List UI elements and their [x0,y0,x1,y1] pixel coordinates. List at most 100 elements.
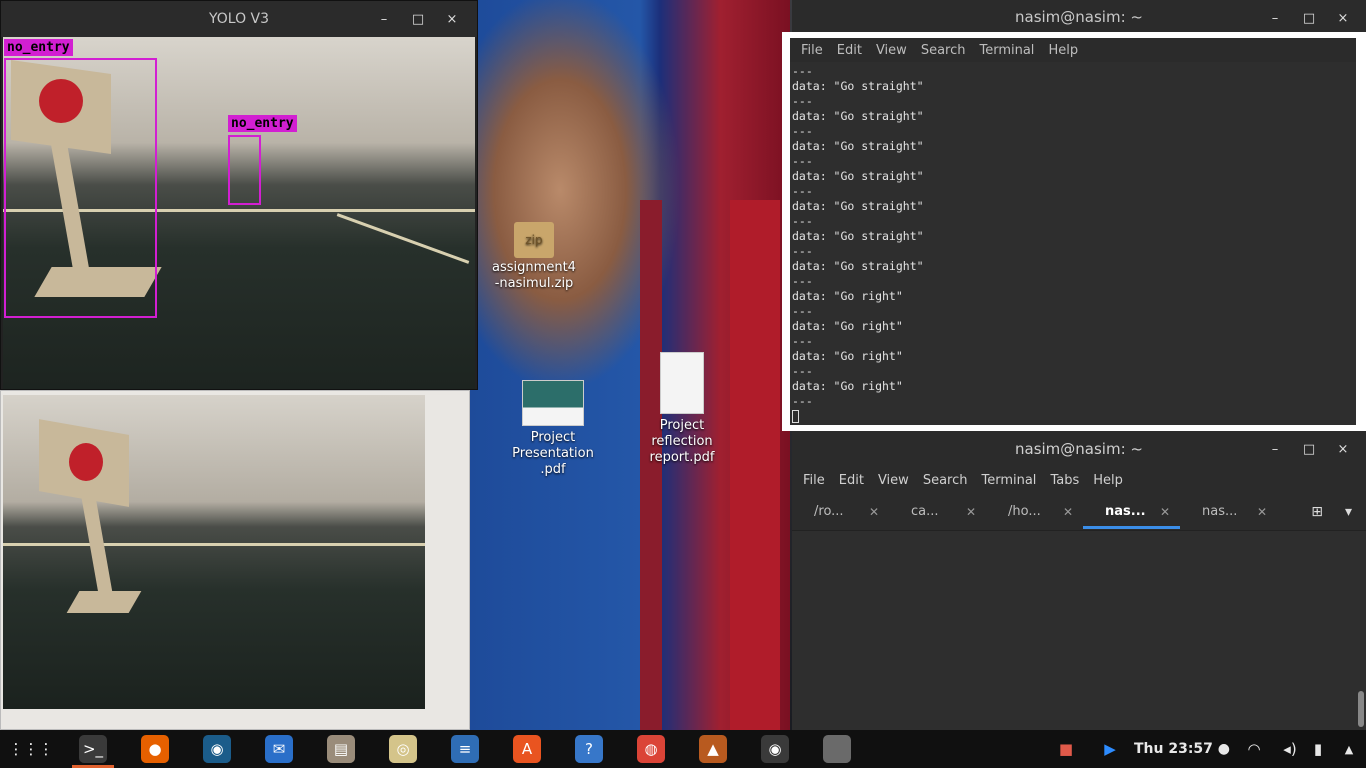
tray-menu-icon[interactable]: ▲ [1332,743,1366,756]
menu-item-edit[interactable]: Edit [832,473,871,488]
bounding-box [4,58,157,318]
terminal2-window[interactable]: nasim@nasim: ~ – □ × File Edit View Search T… [792,431,1366,730]
taskbar-item[interactable]: ◉ [186,730,248,768]
scrollbar[interactable] [1358,691,1364,727]
taskbar-item[interactable] [806,730,868,768]
terminal-line: --- [792,154,813,168]
system-tray: ■ ▶ Thu 23:57 ● ◠ ◂) ▮ ▲ [1044,730,1366,768]
maximize-button[interactable]: □ [1292,442,1326,457]
taskbar-item[interactable]: ◉ [744,730,806,768]
software-center-icon: A [513,735,541,763]
yolo-window[interactable]: YOLO V3 – □ × no_entry no_entry [0,0,478,390]
menu-item-search[interactable]: Search [914,43,973,58]
minimize-button[interactable]: – [367,12,401,27]
menu-item-file[interactable]: File [794,43,830,58]
desktop-icon-label: Project reflection report.pdf [649,418,715,465]
terminal-tab[interactable]: /ho... ✕ [986,493,1083,531]
taskbar-item[interactable]: ● [124,730,186,768]
close-icon[interactable]: ✕ [869,505,879,519]
menu-item-view[interactable]: View [871,473,916,488]
taskbar-item[interactable]: ? [558,730,620,768]
terminal-line: --- [792,244,813,258]
taskbar-item[interactable]: ≡ [434,730,496,768]
terminal-tab[interactable]: /ro... ✕ [792,493,889,531]
matlab-icon: ▲ [699,735,727,763]
terminal-line: data: "Go right" [792,379,903,393]
taskbar-item[interactable]: ⋮⋮⋮ [0,730,62,768]
new-tab-icon[interactable]: ⊞ [1311,504,1323,520]
app-grid-icon: ⋮⋮⋮ [9,735,54,763]
menu-item-help[interactable]: Help [1086,473,1130,488]
terminal1-titlebar[interactable]: nasim@nasim: ~ – □ × [792,0,1366,34]
close-icon[interactable]: ✕ [1160,505,1170,519]
terminal1-output[interactable]: --- data: "Go straight" --- data: "Go strai… [790,62,1356,424]
clock[interactable]: Thu 23:57 ● [1132,741,1232,757]
terminal-tab[interactable]: ca... ✕ [889,493,986,531]
desktop-icon-label: assignment4 -nasimul.zip [492,260,576,291]
close-button[interactable]: × [1326,442,1360,457]
close-icon[interactable]: ✕ [1063,505,1073,519]
taskbar-item[interactable]: ◍ [620,730,682,768]
menu-item-tabs[interactable]: Tabs [1043,473,1086,488]
yolo-titlebar[interactable]: YOLO V3 – □ × [1,1,477,37]
text-editor-icon: ≡ [451,735,479,763]
detection-label: no_entry [4,39,73,56]
terminal-line: data: "Go right" [792,319,903,333]
wifi-icon[interactable]: ◠ [1232,740,1276,758]
blank-window-icon [823,735,851,763]
menu-item-view[interactable]: View [869,43,914,58]
camera-window[interactable] [0,390,470,730]
volume-icon[interactable]: ◂) [1276,740,1304,758]
camera-icon[interactable]: ■ [1044,740,1088,758]
desktop-icon-report[interactable]: Project reflection report.pdf [642,352,722,466]
terminal2-tabbar: /ro... ✕ ca... ✕ /ho... ✕ nas... ✕ nas... ✕ ⊞ ▾ [792,493,1366,531]
terminal-tab[interactable]: nas... ✕ [1180,493,1277,531]
taskbar-item[interactable]: ▲ [682,730,744,768]
taskbar-item[interactable]: A [496,730,558,768]
taskbar-item[interactable]: ▤ [310,730,372,768]
tab-label: nas... [1105,504,1146,519]
close-icon[interactable]: ✕ [1257,505,1267,519]
terminal-line: --- [792,394,813,408]
desktop-icon-presentation[interactable]: Project Presentation .pdf [510,380,596,478]
terminal-tab[interactable]: nas... ✕ [1083,493,1180,531]
wallpaper-stripe [730,200,780,730]
terminal-cursor [792,410,799,423]
camera-image [3,395,425,709]
close-button[interactable]: × [1326,11,1360,26]
terminal1-window[interactable]: File Edit View Search Terminal Help --- data: … [782,32,1366,431]
terminal-line: --- [792,184,813,198]
minimize-button[interactable]: – [1258,11,1292,26]
chrome-icon: ◍ [637,735,665,763]
tab-label: nas... [1202,504,1238,519]
taskbar-item[interactable]: ◎ [372,730,434,768]
menu-item-terminal[interactable]: Terminal [974,473,1043,488]
desktop-icon-zip[interactable]: zip assignment4 -nasimul.zip [492,222,576,292]
menu-item-search[interactable]: Search [916,473,975,488]
close-icon[interactable]: ✕ [966,505,976,519]
chevron-down-icon[interactable]: ▾ [1345,504,1352,520]
terminal-line: data: "Go straight" [792,169,924,183]
menu-item-help[interactable]: Help [1041,43,1085,58]
tab-label: /ho... [1008,504,1041,519]
minimize-button[interactable]: – [1258,442,1292,457]
terminal-line: data: "Go right" [792,289,903,303]
no-entry-sign [69,443,103,481]
menu-item-edit[interactable]: Edit [830,43,869,58]
zoom-icon[interactable]: ▶ [1088,740,1132,758]
terminal-line: --- [792,94,813,108]
taskbar-item[interactable]: >_ [62,730,124,768]
close-button[interactable]: × [435,12,469,27]
menu-item-file[interactable]: File [796,473,832,488]
battery-icon[interactable]: ▮ [1304,740,1332,758]
maximize-button[interactable]: □ [1292,11,1326,26]
road-marking [3,543,425,546]
window-title: YOLO V3 [208,11,270,27]
thunderbird-icon: ✉ [265,735,293,763]
maximize-button[interactable]: □ [401,12,435,27]
terminal1-menubar: File Edit View Search Terminal Help [790,38,1356,62]
terminal2-titlebar[interactable]: nasim@nasim: ~ – □ × [792,431,1366,467]
taskbar-item[interactable]: ✉ [248,730,310,768]
terminal-line: --- [792,334,813,348]
menu-item-terminal[interactable]: Terminal [972,43,1041,58]
